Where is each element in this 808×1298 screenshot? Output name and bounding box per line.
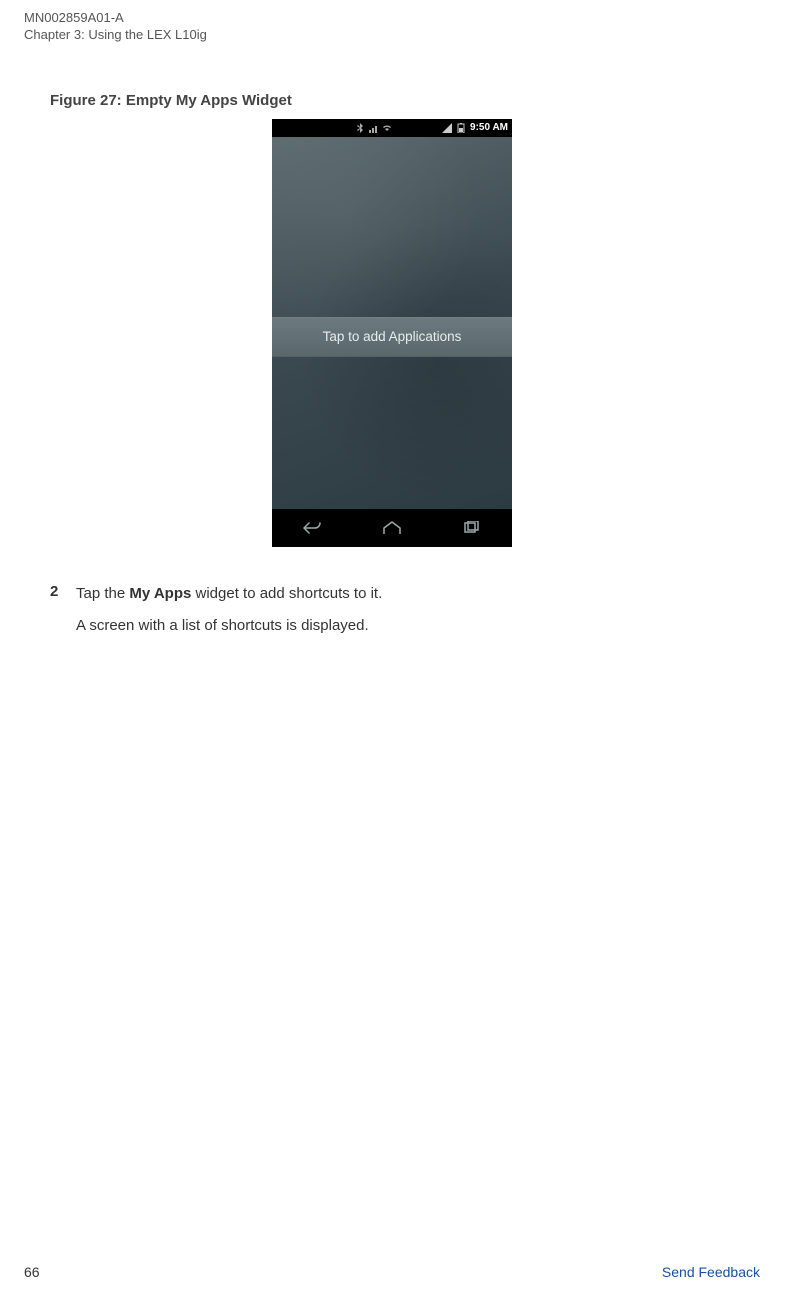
battery-icon [456, 123, 466, 133]
wifi-icon [382, 123, 392, 133]
signal-bars-icon [442, 123, 452, 133]
back-button[interactable] [292, 516, 332, 540]
bluetooth-icon [356, 123, 366, 133]
instruction-step: 2 Tap the My Apps widget to add shortcut… [50, 583, 760, 647]
phone-screenshot: 9:50 AM Tap to add Applications [272, 119, 512, 547]
figure-image: 9:50 AM Tap to add Applications [24, 119, 760, 547]
step-line-2: A screen with a list of shortcuts is dis… [76, 615, 382, 637]
document-id: MN002859A01-A [24, 10, 760, 27]
my-apps-widget[interactable]: Tap to add Applications [272, 317, 512, 357]
phone-home-screen: Tap to add Applications [272, 137, 512, 509]
status-bar: 9:50 AM [272, 119, 512, 137]
page-number: 66 [24, 1264, 40, 1280]
step-number: 2 [50, 583, 62, 647]
recent-apps-button[interactable] [452, 516, 492, 540]
figure-caption: Figure 27: Empty My Apps Widget [50, 92, 760, 109]
home-button[interactable] [372, 516, 412, 540]
step-line-1: Tap the My Apps widget to add shortcuts … [76, 583, 382, 605]
widget-label: Tap to add Applications [323, 329, 462, 344]
status-clock: 9:50 AM [470, 122, 508, 133]
navigation-bar [272, 509, 512, 547]
send-feedback-link[interactable]: Send Feedback [662, 1264, 760, 1280]
signal-icon [369, 123, 379, 133]
chapter-title: Chapter 3: Using the LEX L10ig [24, 27, 760, 44]
